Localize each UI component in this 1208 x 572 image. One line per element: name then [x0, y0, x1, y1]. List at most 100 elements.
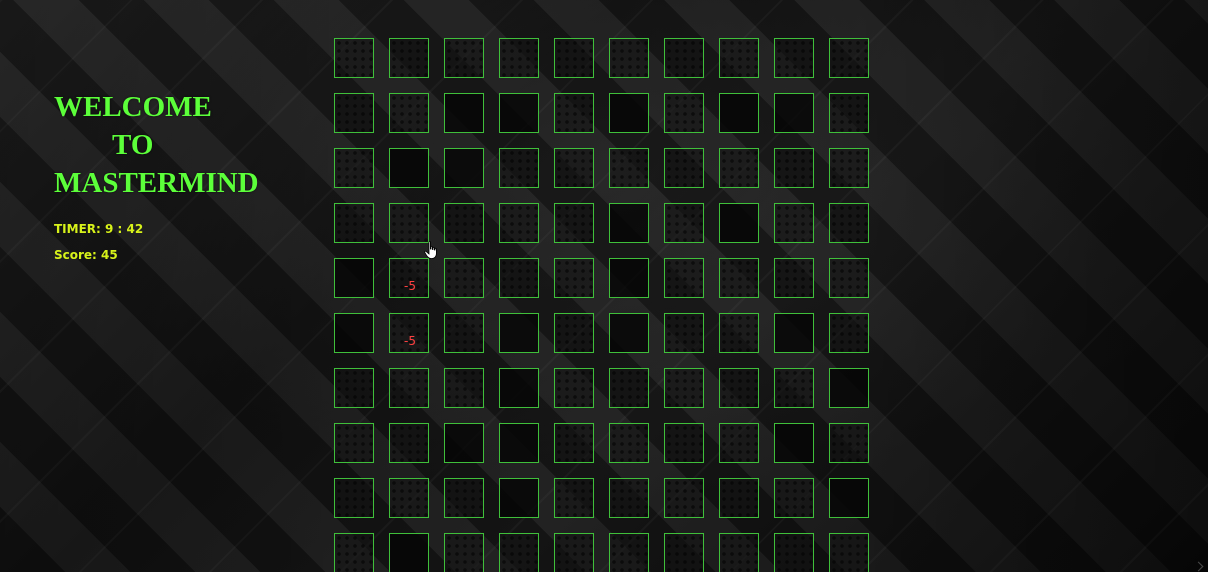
board-tile-r0-c5[interactable]	[609, 38, 649, 78]
board-tile-r4-c0[interactable]	[334, 258, 374, 298]
board-tile-r9-c0[interactable]	[334, 533, 374, 572]
board-tile-r5-c9[interactable]	[829, 313, 869, 353]
board-tile-r7-c1[interactable]	[389, 423, 429, 463]
board-tile-r6-c9[interactable]	[829, 368, 869, 408]
board-tile-r5-c4[interactable]	[554, 313, 594, 353]
board-tile-r1-c6[interactable]	[664, 93, 704, 133]
board-tile-r7-c8[interactable]	[774, 423, 814, 463]
board-tile-r9-c7[interactable]	[719, 533, 759, 572]
board-tile-r8-c6[interactable]	[664, 478, 704, 518]
board-tile-r4-c6[interactable]	[664, 258, 704, 298]
board-tile-r9-c3[interactable]	[499, 533, 539, 572]
board-tile-r4-c2[interactable]	[444, 258, 484, 298]
board-tile-r7-c7[interactable]	[719, 423, 759, 463]
board-tile-r2-c3[interactable]	[499, 148, 539, 188]
board-tile-r4-c8[interactable]	[774, 258, 814, 298]
board-tile-r9-c4[interactable]	[554, 533, 594, 572]
board-tile-r8-c8[interactable]	[774, 478, 814, 518]
board-tile-r1-c3[interactable]	[499, 93, 539, 133]
board-tile-r8-c9[interactable]	[829, 478, 869, 518]
board-tile-r2-c4[interactable]	[554, 148, 594, 188]
board-tile-r7-c9[interactable]	[829, 423, 869, 463]
board-tile-r8-c1[interactable]	[389, 478, 429, 518]
board-tile-r9-c5[interactable]	[609, 533, 649, 572]
board-tile-r8-c5[interactable]	[609, 478, 649, 518]
board-tile-r5-c3[interactable]	[499, 313, 539, 353]
board-tile-r2-c9[interactable]	[829, 148, 869, 188]
board-tile-r6-c4[interactable]	[554, 368, 594, 408]
board-tile-r2-c6[interactable]	[664, 148, 704, 188]
board-tile-r1-c1[interactable]	[389, 93, 429, 133]
board-tile-r3-c8[interactable]	[774, 203, 814, 243]
board-tile-r6-c3[interactable]	[499, 368, 539, 408]
board-tile-r6-c8[interactable]	[774, 368, 814, 408]
board-tile-r3-c1[interactable]	[389, 203, 429, 243]
board-tile-r5-c6[interactable]	[664, 313, 704, 353]
board-tile-r3-c0[interactable]	[334, 203, 374, 243]
board-tile-r3-c9[interactable]	[829, 203, 869, 243]
board-tile-r1-c4[interactable]	[554, 93, 594, 133]
board-tile-r2-c1[interactable]	[389, 148, 429, 188]
board-tile-r9-c9[interactable]	[829, 533, 869, 572]
board-tile-r8-c0[interactable]	[334, 478, 374, 518]
board-tile-r4-c3[interactable]	[499, 258, 539, 298]
board-tile-r5-c8[interactable]	[774, 313, 814, 353]
board-tile-r0-c3[interactable]	[499, 38, 539, 78]
board-tile-r3-c3[interactable]	[499, 203, 539, 243]
board-tile-r0-c7[interactable]	[719, 38, 759, 78]
board-tile-r2-c7[interactable]	[719, 148, 759, 188]
board-tile-r5-c5[interactable]	[609, 313, 649, 353]
board-tile-r2-c8[interactable]	[774, 148, 814, 188]
board-tile-r6-c7[interactable]	[719, 368, 759, 408]
board-tile-r9-c1[interactable]	[389, 533, 429, 572]
board-tile-r7-c0[interactable]	[334, 423, 374, 463]
board-tile-r7-c2[interactable]	[444, 423, 484, 463]
board-tile-r0-c0[interactable]	[334, 38, 374, 78]
board-tile-r2-c0[interactable]	[334, 148, 374, 188]
board-tile-r6-c1[interactable]	[389, 368, 429, 408]
board-tile-r4-c5[interactable]	[609, 258, 649, 298]
board-tile-r5-c2[interactable]	[444, 313, 484, 353]
board-tile-r9-c8[interactable]	[774, 533, 814, 572]
board-tile-r6-c5[interactable]	[609, 368, 649, 408]
board-tile-r3-c5[interactable]	[609, 203, 649, 243]
board-tile-r6-c0[interactable]	[334, 368, 374, 408]
board-tile-r5-c7[interactable]	[719, 313, 759, 353]
board-tile-r1-c2[interactable]	[444, 93, 484, 133]
board-tile-r5-c1[interactable]: -5	[389, 313, 429, 353]
board-tile-r7-c3[interactable]	[499, 423, 539, 463]
board-tile-r8-c4[interactable]	[554, 478, 594, 518]
board-tile-r8-c2[interactable]	[444, 478, 484, 518]
board-tile-r3-c2[interactable]	[444, 203, 484, 243]
board-tile-r1-c0[interactable]	[334, 93, 374, 133]
board-tile-r0-c1[interactable]	[389, 38, 429, 78]
board-tile-r0-c6[interactable]	[664, 38, 704, 78]
board-tile-r4-c1[interactable]: -5	[389, 258, 429, 298]
board-tile-r4-c7[interactable]	[719, 258, 759, 298]
board-tile-r0-c2[interactable]	[444, 38, 484, 78]
board-tile-r1-c8[interactable]	[774, 93, 814, 133]
board-tile-r0-c9[interactable]	[829, 38, 869, 78]
board-tile-r6-c6[interactable]	[664, 368, 704, 408]
board-tile-r8-c3[interactable]	[499, 478, 539, 518]
board-tile-r0-c4[interactable]	[554, 38, 594, 78]
board-tile-r1-c7[interactable]	[719, 93, 759, 133]
board-tile-r2-c5[interactable]	[609, 148, 649, 188]
board-tile-r5-c0[interactable]	[334, 313, 374, 353]
board-tile-r0-c8[interactable]	[774, 38, 814, 78]
board-tile-r9-c6[interactable]	[664, 533, 704, 572]
board-tile-r4-c9[interactable]	[829, 258, 869, 298]
board-tile-r9-c2[interactable]	[444, 533, 484, 572]
board-tile-r3-c4[interactable]	[554, 203, 594, 243]
board-tile-r6-c2[interactable]	[444, 368, 484, 408]
board-tile-r2-c2[interactable]	[444, 148, 484, 188]
board-tile-r3-c6[interactable]	[664, 203, 704, 243]
board-tile-r7-c4[interactable]	[554, 423, 594, 463]
board-tile-r7-c6[interactable]	[664, 423, 704, 463]
board-tile-r1-c9[interactable]	[829, 93, 869, 133]
board-tile-r1-c5[interactable]	[609, 93, 649, 133]
board-tile-r4-c4[interactable]	[554, 258, 594, 298]
board-tile-r3-c7[interactable]	[719, 203, 759, 243]
board-tile-r7-c5[interactable]	[609, 423, 649, 463]
board-tile-r8-c7[interactable]	[719, 478, 759, 518]
